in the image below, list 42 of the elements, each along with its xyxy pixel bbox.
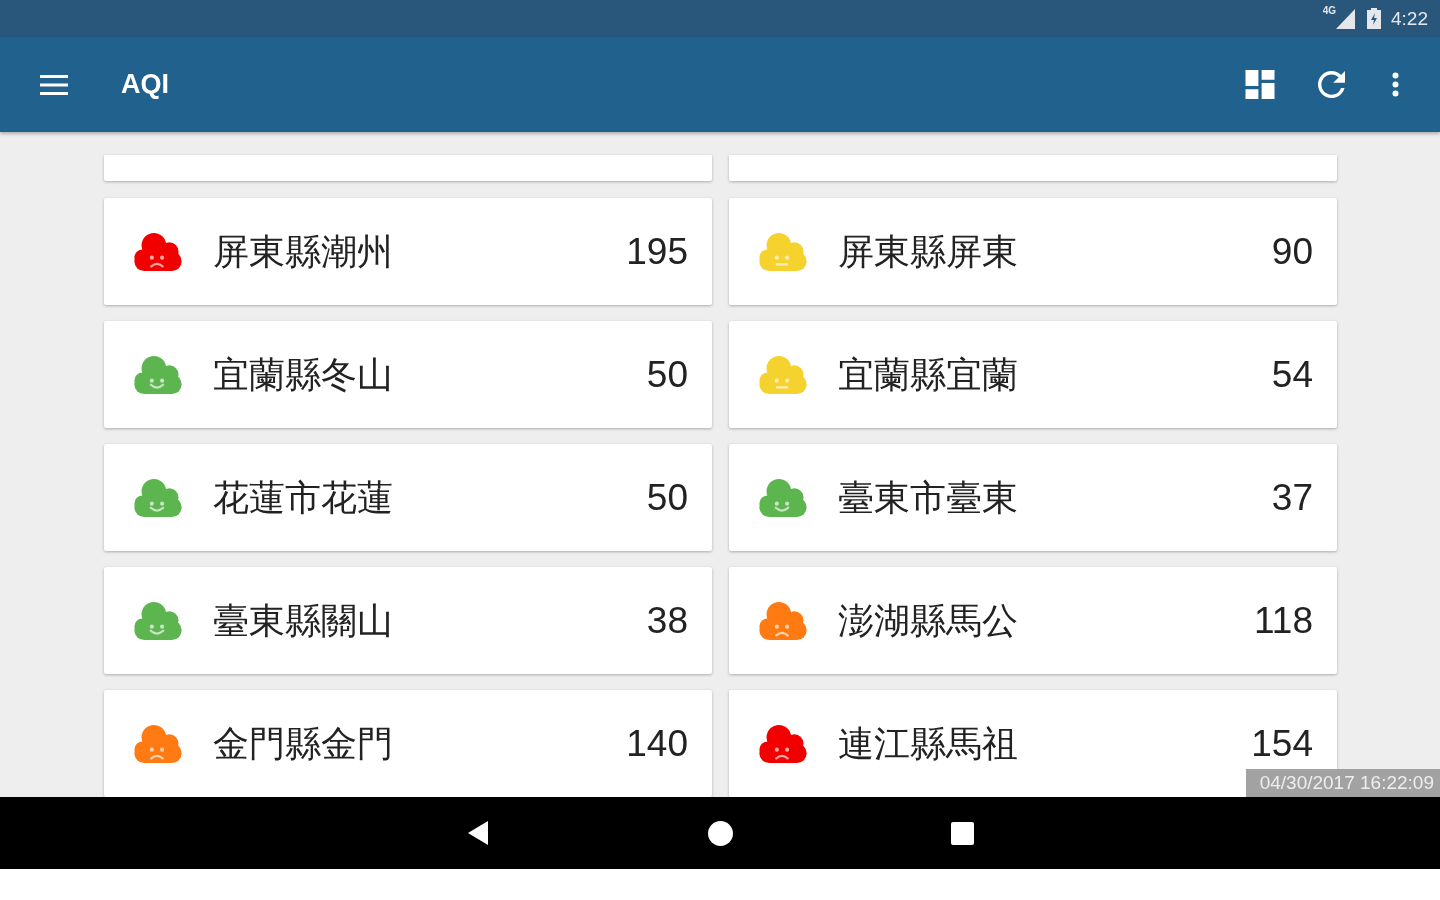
station-card[interactable]: 宜蘭縣宜蘭 54 bbox=[729, 321, 1337, 428]
station-card[interactable]: 臺東市臺東 37 bbox=[729, 444, 1337, 551]
station-card[interactable]: 屏東縣屏東 90 bbox=[729, 198, 1337, 305]
back-icon[interactable] bbox=[468, 821, 488, 845]
station-card[interactable]: 澎湖縣馬公 118 bbox=[729, 567, 1337, 674]
aqi-value: 118 bbox=[1254, 598, 1313, 643]
station-card[interactable]: 花蓮市花蓮 50 bbox=[104, 444, 712, 551]
station-name: 臺東市臺東 bbox=[838, 475, 1019, 520]
signal-icon bbox=[1336, 8, 1355, 29]
refresh-icon[interactable] bbox=[1318, 71, 1345, 98]
station-name: 連江縣馬祖 bbox=[838, 721, 1019, 766]
station-name: 金門縣金門 bbox=[213, 721, 394, 766]
station-name: 宜蘭縣冬山 bbox=[213, 352, 394, 397]
aqi-value: 90 bbox=[1271, 229, 1313, 274]
aqi-value: 54 bbox=[1271, 352, 1313, 397]
menu-icon[interactable] bbox=[40, 74, 68, 95]
app-title: AQI bbox=[121, 69, 170, 100]
aqi-value: 37 bbox=[1271, 475, 1313, 520]
aqi-value: 195 bbox=[626, 229, 688, 274]
station-card[interactable]: 宜蘭縣冬山 50 bbox=[104, 321, 712, 428]
clock-time: 4:22 bbox=[1391, 7, 1428, 30]
station-name: 花蓮市花蓮 bbox=[213, 475, 394, 520]
aqi-value: 50 bbox=[646, 352, 688, 397]
station-card[interactable]: 金門縣金門 140 bbox=[104, 690, 712, 797]
network-label: 4G bbox=[1322, 6, 1336, 16]
home-icon[interactable] bbox=[707, 820, 733, 846]
station-name: 澎湖縣馬公 bbox=[838, 598, 1019, 643]
station-card[interactable]: 屏東縣潮州 195 bbox=[104, 198, 712, 305]
station-name: 臺東縣關山 bbox=[213, 598, 394, 643]
station-name: 屏東縣屏東 bbox=[838, 229, 1019, 274]
more-options-icon[interactable] bbox=[1392, 72, 1399, 97]
battery-icon bbox=[1367, 8, 1381, 29]
update-timestamp: 04/30/2017 16:22:09 bbox=[1245, 769, 1440, 797]
aqi-value: 154 bbox=[1251, 721, 1313, 766]
aqi-value: 38 bbox=[646, 598, 688, 643]
tiles-icon[interactable] bbox=[1245, 70, 1275, 99]
station-name: 屏東縣潮州 bbox=[213, 229, 394, 274]
aqi-value: 50 bbox=[646, 475, 688, 520]
station-card[interactable]: 臺東縣關山 38 bbox=[104, 567, 712, 674]
station-name: 宜蘭縣宜蘭 bbox=[838, 352, 1019, 397]
aqi-value: 140 bbox=[626, 721, 688, 766]
recents-icon[interactable] bbox=[950, 821, 974, 845]
